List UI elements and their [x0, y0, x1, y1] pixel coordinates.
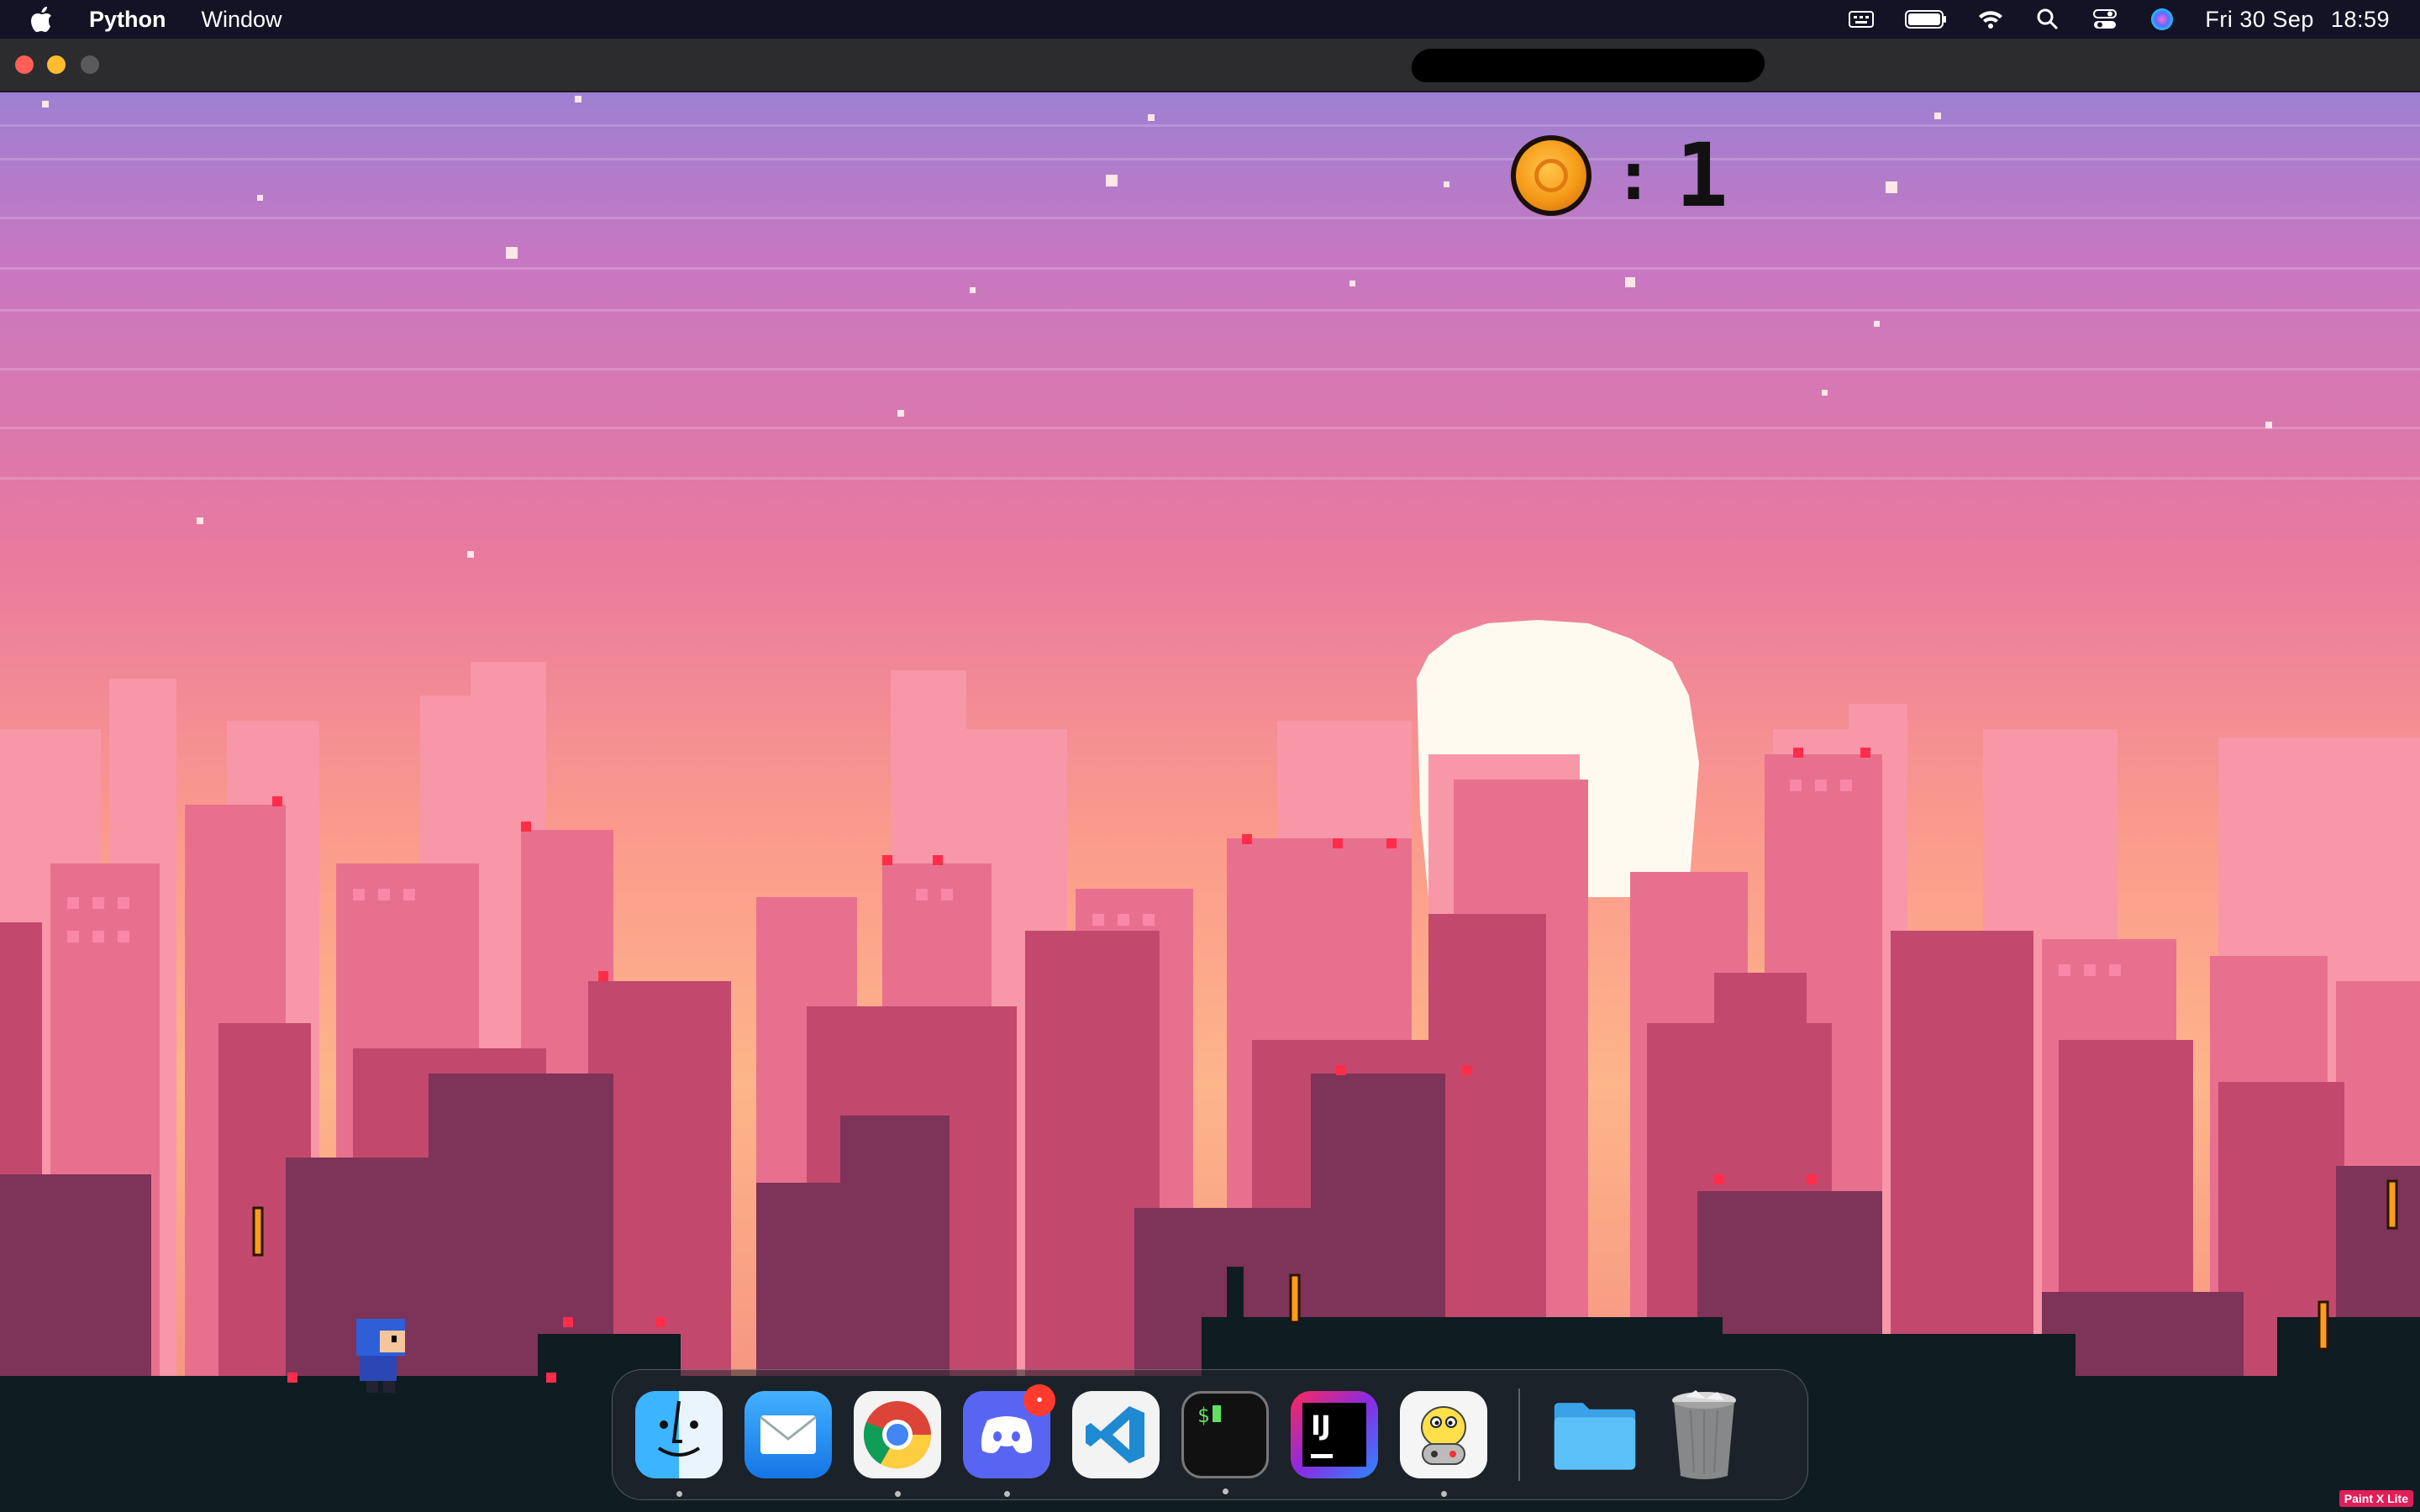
- app-menu-python[interactable]: Python: [89, 7, 166, 33]
- redacted-window-title: [1409, 49, 1767, 82]
- window-titlebar[interactable]: [0, 39, 2420, 92]
- dock: • $ IJ: [612, 1369, 1808, 1500]
- menu-bar: Python Window Fri 30 Sep 18:59: [0, 0, 2420, 39]
- game-canvas[interactable]: : 1: [0, 91, 2420, 1512]
- battery-icon[interactable]: [1904, 8, 1948, 30]
- window-minimize-button[interactable]: [47, 55, 66, 74]
- mail-icon: [760, 1415, 817, 1454]
- coin-count: 1: [1676, 124, 1728, 227]
- terminal-icon: [1213, 1405, 1221, 1422]
- finder-icon: [657, 1400, 701, 1457]
- dock-chrome[interactable]: [854, 1391, 941, 1497]
- menubar-clock[interactable]: Fri 30 Sep 18:59: [2205, 7, 2390, 33]
- notification-badge: •: [1023, 1384, 1055, 1416]
- dock-intellij[interactable]: IJ: [1291, 1391, 1378, 1478]
- hud-separator: :: [1613, 136, 1655, 215]
- vscode-icon: [1086, 1406, 1144, 1463]
- window-close-button[interactable]: [15, 55, 34, 74]
- control-center-icon[interactable]: [2091, 8, 2119, 30]
- coin-icon: [1511, 135, 1591, 216]
- dock-python-launcher[interactable]: [1400, 1391, 1487, 1497]
- intellij-label: IJ: [1311, 1410, 1331, 1441]
- coin-counter-hud: : 1: [1511, 124, 1728, 227]
- terminal-prompt: $: [1197, 1404, 1210, 1427]
- search-icon[interactable]: [2033, 8, 2062, 30]
- dock-mail[interactable]: [744, 1391, 832, 1478]
- dock-finder[interactable]: [635, 1391, 723, 1497]
- dock-discord[interactable]: •: [963, 1384, 1055, 1497]
- folder-icon: [1554, 1403, 1636, 1470]
- window-zoom-button[interactable]: [81, 55, 99, 74]
- chrome-icon: [863, 1401, 932, 1469]
- siri-icon[interactable]: [2148, 8, 2176, 30]
- dock-vscode[interactable]: [1072, 1391, 1160, 1478]
- clock-date: Fri 30 Sep: [2205, 6, 2314, 32]
- dock-divider: [1518, 1389, 1520, 1481]
- running-indicator: [895, 1491, 901, 1497]
- apple-menu-icon[interactable]: [30, 6, 54, 33]
- pixel-city-scene: [0, 91, 2420, 1512]
- dock-trash[interactable]: [1660, 1390, 1748, 1479]
- intellij-icon: IJ: [1302, 1403, 1366, 1467]
- running-indicator: [1004, 1491, 1010, 1497]
- running-indicator: [1441, 1491, 1447, 1497]
- menu-window[interactable]: Window: [202, 7, 282, 33]
- keyboard-icon[interactable]: [1847, 8, 1876, 30]
- trash-icon: [1672, 1390, 1736, 1479]
- dock-downloads-folder[interactable]: [1551, 1391, 1639, 1478]
- paint-x-lite-tag[interactable]: Paint X Lite: [2338, 1490, 2413, 1507]
- python-icon: [1421, 1406, 1466, 1465]
- discord-icon: [981, 1416, 1033, 1453]
- running-indicator: [1223, 1488, 1228, 1494]
- running-indicator: [676, 1491, 682, 1497]
- wifi-icon[interactable]: [1976, 8, 2005, 30]
- dock-terminal[interactable]: $: [1181, 1391, 1269, 1494]
- clock-time: 18:59: [2330, 6, 2390, 32]
